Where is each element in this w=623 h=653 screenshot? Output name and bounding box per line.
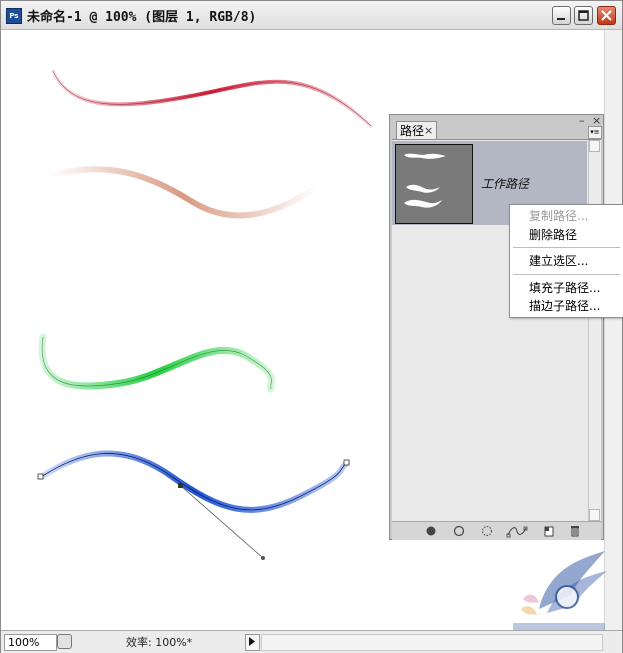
zoom-level-field[interactable]: 100%	[4, 634, 57, 651]
paths-panel: 路径 × – × ▾≡ 工作路径	[389, 114, 604, 540]
path-anchor-handles[interactable]	[37, 459, 350, 560]
minimize-button[interactable]	[552, 6, 571, 25]
maximize-icon	[578, 10, 589, 21]
menu-separator	[513, 247, 620, 248]
path-name: 工作路径	[481, 177, 530, 191]
make-work-path-icon[interactable]	[506, 524, 528, 538]
path-thumbnail-preview	[404, 153, 446, 208]
menu-item-delete-path[interactable]: 删除路径	[510, 226, 623, 244]
delete-path-icon[interactable]	[568, 524, 582, 538]
close-button[interactable]	[597, 6, 616, 25]
paths-panel-scrollbar[interactable]	[588, 140, 601, 522]
path-thumbnail	[395, 144, 473, 224]
tab-paths[interactable]: 路径 ×	[396, 121, 437, 139]
menu-separator	[513, 274, 620, 275]
close-icon	[601, 10, 612, 21]
status-info-text: 效率: 100%*	[126, 636, 193, 649]
load-selection-icon[interactable]	[480, 524, 494, 538]
menu-item-duplicate-path[interactable]: 复制路径...	[510, 207, 623, 225]
fill-path-icon[interactable]	[424, 524, 438, 538]
site-watermark-logo	[513, 551, 607, 631]
photoshop-app-icon: Ps	[6, 8, 22, 24]
scroll-down-button[interactable]	[589, 509, 600, 521]
title-bar[interactable]: Ps 未命名-1 @ 100% (图层 1, RGB/8)	[1, 1, 622, 30]
green-stroke	[38, 333, 275, 393]
tan-stroke	[53, 166, 314, 219]
vertical-scrollbar[interactable]	[604, 30, 622, 630]
menu-item-fill-subpath[interactable]: 填充子路径...	[510, 279, 623, 297]
paths-list: 工作路径	[392, 139, 601, 522]
status-menu-arrow[interactable]	[245, 634, 260, 651]
red-stroke	[51, 69, 373, 128]
paths-panel-header[interactable]: 路径 × – × ▾≡	[390, 114, 603, 141]
status-info-icon[interactable]	[57, 634, 72, 649]
scroll-up-button[interactable]	[589, 140, 600, 152]
status-bar: 100% 效率: 100%*	[1, 630, 622, 653]
menu-item-stroke-subpath[interactable]: 描边子路径...	[510, 297, 623, 315]
panel-menu-icon[interactable]: ▾≡	[588, 126, 602, 139]
document-window: Ps 未命名-1 @ 100% (图层 1, RGB/8) 路径 × – × ▾…	[0, 0, 623, 653]
stroke-path-icon[interactable]	[452, 524, 466, 538]
tab-close-icon[interactable]: ×	[424, 122, 433, 140]
paths-panel-footer	[392, 521, 601, 540]
window-title: 未命名-1 @ 100% (图层 1, RGB/8)	[27, 10, 257, 25]
tab-paths-label: 路径	[400, 124, 425, 138]
menu-item-make-selection[interactable]: 建立选区...	[510, 252, 623, 270]
path-context-menu: 复制路径... 删除路径 建立选区... 填充子路径... 描边子路径...	[509, 204, 623, 318]
triangle-right-icon	[249, 637, 255, 646]
new-path-icon[interactable]	[542, 524, 556, 538]
minimize-icon	[557, 18, 565, 20]
collapse-panel-icon[interactable]: –	[579, 114, 585, 127]
horizontal-scrollbar[interactable]	[261, 634, 603, 651]
maximize-button[interactable]	[574, 6, 593, 25]
blue-stroke	[38, 450, 350, 513]
